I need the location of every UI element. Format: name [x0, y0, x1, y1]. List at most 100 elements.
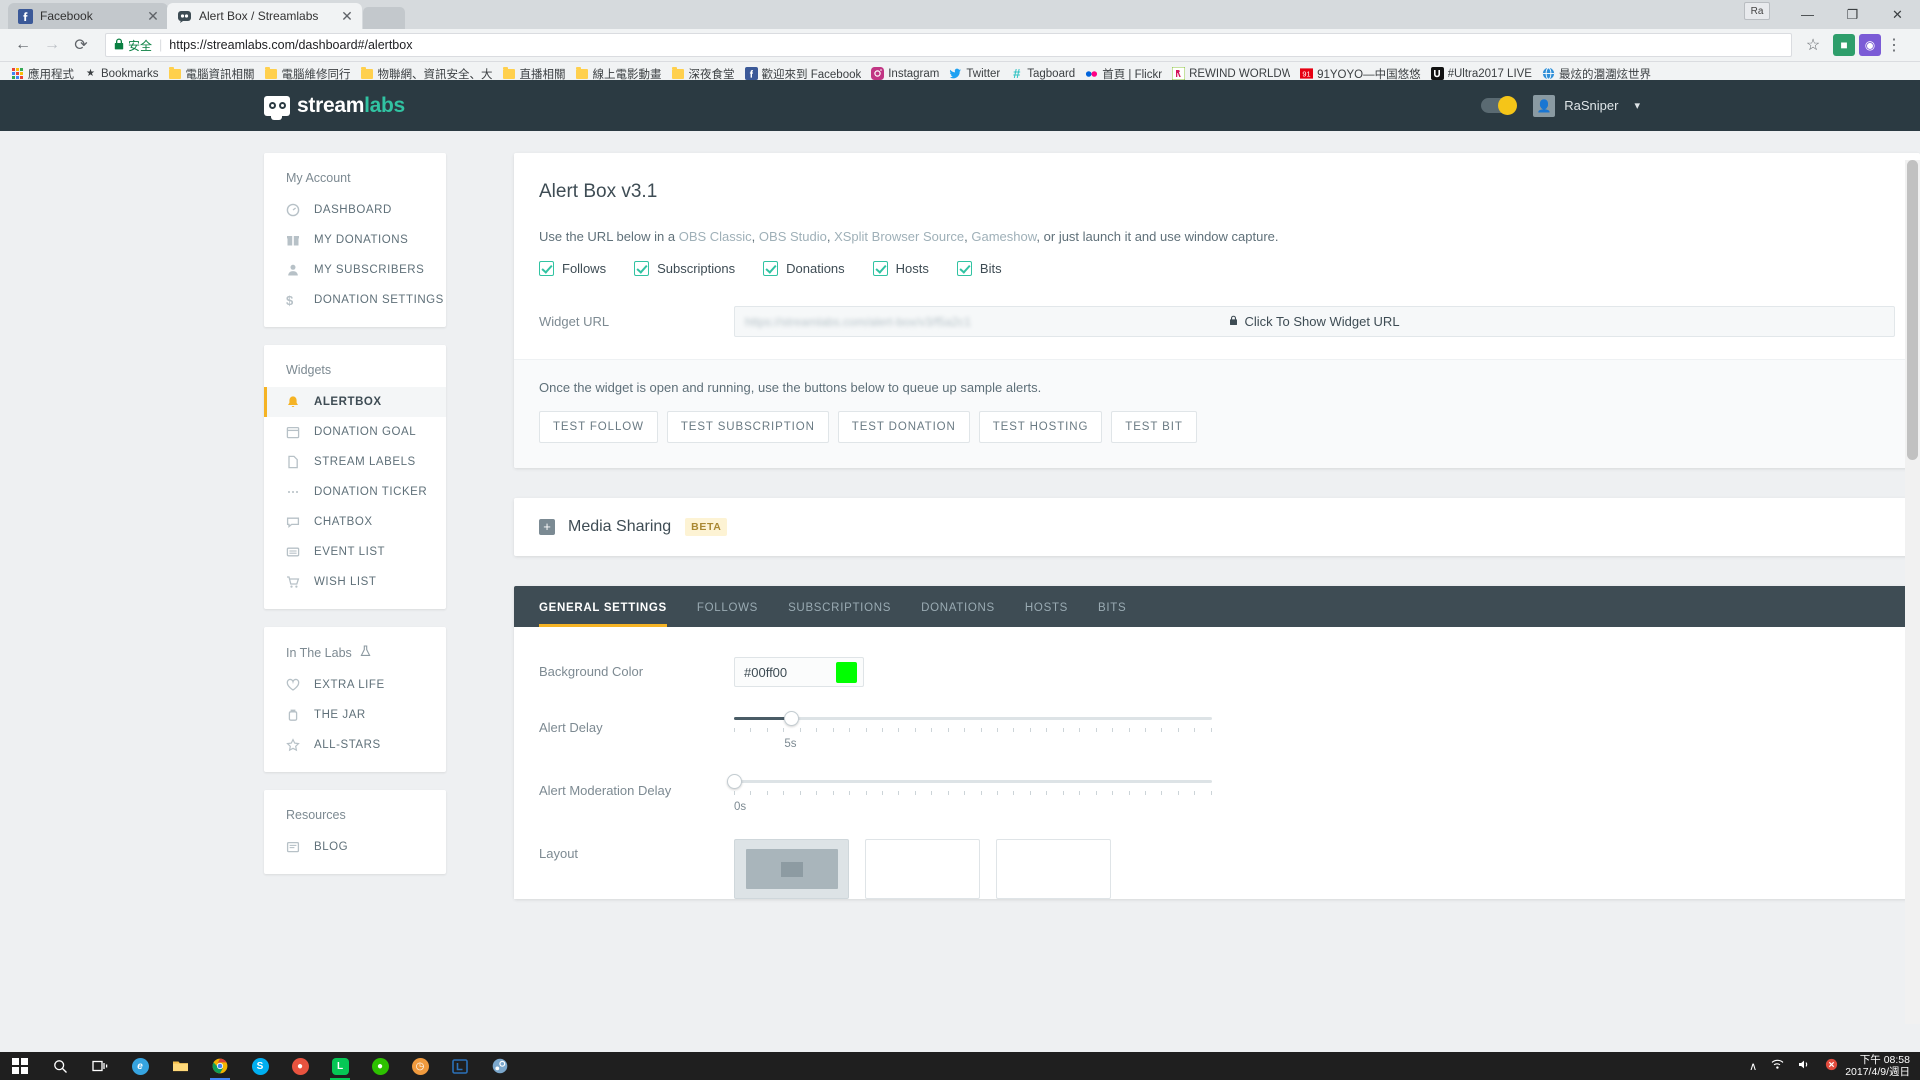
sidebar-item-dashboard[interactable]: DASHBOARD: [264, 195, 446, 225]
plus-box-icon[interactable]: +: [539, 519, 555, 535]
ime-indicator[interactable]: Ra: [1744, 2, 1770, 20]
sidebar-item-chatbox[interactable]: CHATBOX: [264, 507, 446, 537]
sidebar-item-donation-settings[interactable]: $ DONATION SETTINGS: [264, 285, 446, 315]
sidebar-item-the-jar[interactable]: THE JAR: [264, 700, 446, 730]
bookmark-label: REWIND WORLDWID: [1189, 67, 1290, 80]
minimize-button[interactable]: —: [1785, 0, 1830, 29]
checkbox-bits[interactable]: Bits: [956, 261, 1002, 276]
link-obs-studio[interactable]: OBS Studio: [759, 229, 827, 244]
alert-moderation-delay-slider[interactable]: 0s: [727, 774, 1212, 813]
sidebar-item-label: EVENT LIST: [314, 546, 386, 558]
link-xsplit[interactable]: XSplit Browser Source: [834, 229, 964, 244]
sidebar-item-donation-ticker[interactable]: DONATION TICKER: [264, 477, 446, 507]
chrome-menu-icon[interactable]: ⋮: [1881, 32, 1907, 58]
sidebar-item-wish-list[interactable]: WISH LIST: [264, 567, 446, 597]
sidebar-item-blog[interactable]: BLOG: [264, 832, 446, 862]
scrollbar-thumb[interactable]: [1907, 160, 1918, 460]
forward-icon[interactable]: →: [39, 32, 65, 58]
checkbox-follows[interactable]: Follows: [539, 261, 606, 276]
checkbox-hosts[interactable]: Hosts: [872, 261, 929, 276]
chrome-icon[interactable]: [200, 1052, 240, 1080]
libreoffice-icon[interactable]: [440, 1052, 480, 1080]
alert-delay-slider[interactable]: 5s: [734, 711, 1212, 750]
recorder-icon[interactable]: ●: [280, 1052, 320, 1080]
back-icon[interactable]: ←: [10, 32, 36, 58]
chevron-down-icon[interactable]: ▾: [1634, 99, 1640, 112]
sidebar-item-all-stars[interactable]: ALL-STARS: [264, 730, 446, 760]
address-input[interactable]: 安全 | https://streamlabs.com/dashboard#/a…: [105, 33, 1792, 57]
sidebar-item-event-list[interactable]: EVENT LIST: [264, 537, 446, 567]
link-obs-classic[interactable]: OBS Classic: [679, 229, 752, 244]
layout-option-banner[interactable]: [865, 839, 980, 899]
checkbox-donations[interactable]: Donations: [763, 261, 845, 276]
task-view-icon[interactable]: [80, 1052, 120, 1080]
sidebar-item-extra-life[interactable]: EXTRA LIFE: [264, 670, 446, 700]
action-center-icon[interactable]: [1825, 1058, 1838, 1074]
sidebar-item-my-subscribers[interactable]: MY SUBSCRIBERS: [264, 255, 446, 285]
line-icon[interactable]: L: [320, 1052, 360, 1080]
checkbox-subscriptions[interactable]: Subscriptions: [634, 261, 735, 276]
test-follow-button[interactable]: TEST FOLLOW: [539, 411, 658, 443]
sidebar-card-in-the-labs: In The Labs EXTRA LIFE THE JAR ALL-STARS: [264, 627, 446, 772]
theme-toggle[interactable]: [1481, 96, 1518, 115]
tab-donations[interactable]: DONATIONS: [921, 602, 995, 627]
slider-knob[interactable]: [727, 774, 742, 789]
sidebar-item-donation-goal[interactable]: DONATION GOAL: [264, 417, 446, 447]
test-bit-button[interactable]: TEST BIT: [1111, 411, 1197, 443]
color-swatch[interactable]: [836, 661, 857, 683]
browser-tab-facebook[interactable]: Facebook ✕: [8, 3, 168, 29]
widget-url-reveal-button[interactable]: Click To Show Widget URL: [1229, 314, 1400, 329]
network-icon[interactable]: [1771, 1059, 1784, 1073]
avatar[interactable]: 👤: [1533, 94, 1556, 117]
sidebar-item-alertbox[interactable]: ALERTBOX: [264, 387, 446, 417]
extension-icon-2[interactable]: ◉: [1859, 34, 1881, 56]
search-icon[interactable]: [40, 1052, 80, 1080]
tab-follows[interactable]: FOLLOWS: [697, 602, 758, 627]
tab-general-settings[interactable]: GENERAL SETTINGS: [539, 602, 667, 627]
edge-icon[interactable]: e: [120, 1052, 160, 1080]
ticker-icon: [286, 485, 302, 499]
browser-tab-alertbox[interactable]: Alert Box / Streamlabs ✕: [167, 3, 362, 29]
wechat-icon[interactable]: ●: [360, 1052, 400, 1080]
layout-option-side[interactable]: [996, 839, 1111, 899]
close-icon[interactable]: ✕: [340, 9, 354, 23]
extension-icon-1[interactable]: ■: [1833, 34, 1855, 56]
sidebar-item-my-donations[interactable]: MY DONATIONS: [264, 225, 446, 255]
bookmark-star-icon[interactable]: ☆: [1800, 32, 1826, 58]
layout-option-above[interactable]: [734, 839, 849, 899]
test-donation-button[interactable]: TEST DONATION: [837, 411, 970, 443]
slider-track[interactable]: [734, 711, 1212, 726]
windows-start-icon[interactable]: [0, 1052, 40, 1080]
widget-url-hidden-value: https://streamlabs.com/alert-box/v3/f5a2…: [745, 315, 972, 329]
test-hosting-button[interactable]: TEST HOSTING: [978, 411, 1103, 443]
slider-knob[interactable]: [784, 711, 800, 726]
alertbox-panel: Alert Box v3.1 Use the URL below in a OB…: [514, 153, 1920, 468]
file-explorer-icon[interactable]: [160, 1052, 200, 1080]
close-icon[interactable]: ✕: [146, 9, 160, 23]
steam-icon[interactable]: [480, 1052, 520, 1080]
test-subscription-button[interactable]: TEST SUBSCRIPTION: [666, 411, 829, 443]
header-right: 👤 RaSniper ▾: [1481, 94, 1640, 117]
slider-track[interactable]: [727, 774, 1212, 789]
tab-bits[interactable]: BITS: [1098, 602, 1126, 627]
skype-icon[interactable]: S: [240, 1052, 280, 1080]
streamlabs-logo[interactable]: stream labs: [264, 94, 405, 120]
background-color-input[interactable]: #00ff00: [734, 657, 864, 687]
page-scrollbar[interactable]: [1905, 160, 1920, 1024]
volume-icon[interactable]: [1798, 1059, 1811, 1073]
reload-icon[interactable]: ⟳: [68, 32, 94, 58]
tab-hosts[interactable]: HOSTS: [1025, 602, 1068, 627]
sidebar-item-stream-labels[interactable]: STREAM LABELS: [264, 447, 446, 477]
heart-icon: [286, 678, 302, 692]
new-tab-button[interactable]: [363, 7, 405, 29]
maximize-button[interactable]: ❐: [1830, 0, 1875, 29]
tab-subscriptions[interactable]: SUBSCRIPTIONS: [788, 602, 891, 627]
media-sharing-panel[interactable]: + Media Sharing BETA: [514, 498, 1920, 556]
widget-url-field[interactable]: https://streamlabs.com/alert-box/v3/f5a2…: [734, 306, 1895, 337]
clock[interactable]: 下午 08:58 2017/4/9/週日: [1845, 1054, 1910, 1078]
link-gameshow[interactable]: Gameshow: [971, 229, 1036, 244]
close-window-button[interactable]: ✕: [1875, 0, 1920, 29]
tray-chevron-icon[interactable]: ∧: [1749, 1060, 1757, 1073]
description-suffix: , or just launch it and use window captu…: [1036, 229, 1279, 244]
clock-app-icon[interactable]: ◷: [400, 1052, 440, 1080]
